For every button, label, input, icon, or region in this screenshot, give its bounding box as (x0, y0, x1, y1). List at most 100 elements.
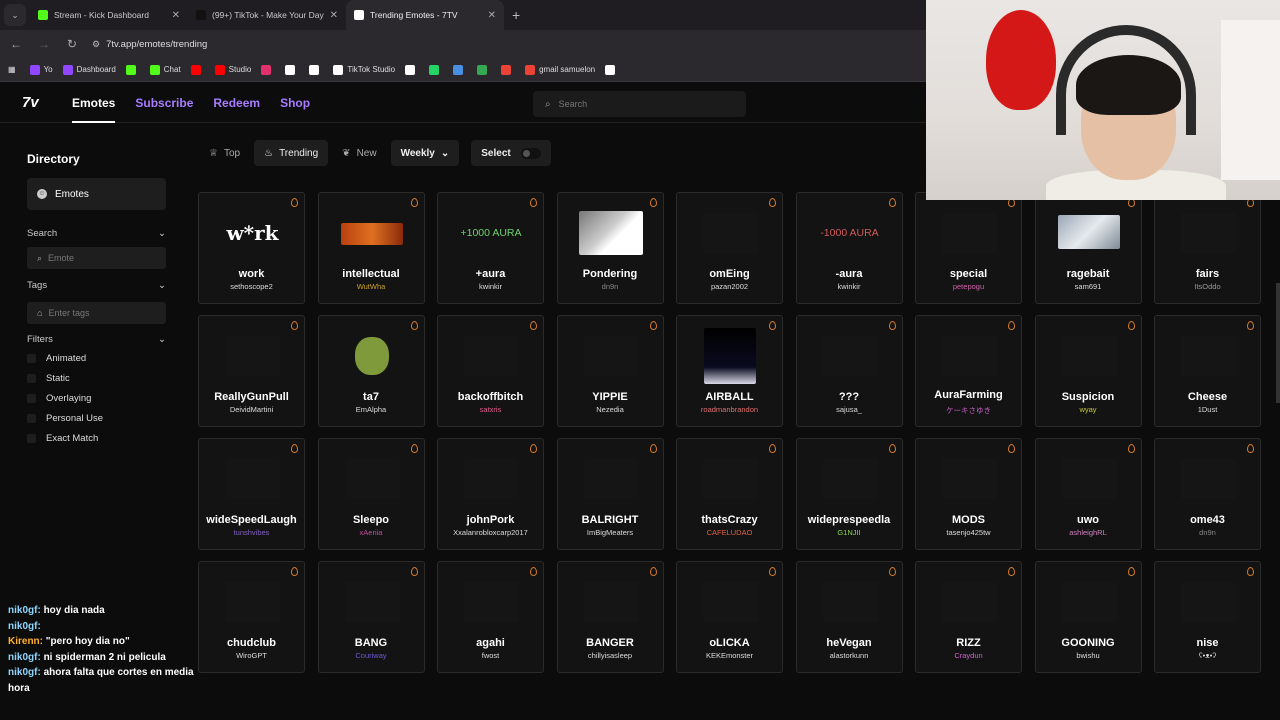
bookmark-item[interactable]: Chat (149, 64, 181, 75)
emote-card[interactable]: Cheese 1Dust (1154, 315, 1261, 427)
emote-card[interactable]: agahi fwost (437, 561, 544, 673)
checkbox[interactable] (27, 414, 36, 423)
search-section-header[interactable]: Search ⌄ (27, 228, 166, 239)
checkbox[interactable] (27, 354, 36, 363)
emote-author[interactable]: sajusa_ (800, 405, 899, 414)
filter-personal-use[interactable]: Personal Use (27, 413, 103, 424)
emote-card[interactable]: w*rk work sethoscope2 (198, 192, 305, 304)
emote-card[interactable]: uwo ashleighRL (1034, 438, 1142, 550)
site-search-input[interactable]: ⌕ Search (533, 91, 746, 117)
nav-redeem[interactable]: Redeem (213, 83, 260, 123)
sort-top-button[interactable]: ♕ Top (199, 140, 250, 166)
bookmark-item[interactable] (261, 64, 275, 75)
emote-author[interactable]: kwinkir (800, 282, 899, 291)
filter-animated[interactable]: Animated (27, 353, 86, 364)
emote-author[interactable]: 1Dust (1158, 405, 1257, 414)
emote-card[interactable]: fairs ItsOddo (1154, 192, 1261, 304)
emote-card[interactable]: Suspicion wyay (1034, 315, 1142, 427)
emote-author[interactable]: tunshvibes (202, 528, 301, 537)
new-tab-button[interactable]: + (512, 7, 520, 23)
filter-exact-match[interactable]: Exact Match (27, 433, 98, 444)
emote-author[interactable]: WutWha (322, 282, 421, 291)
emote-card[interactable]: special petepogu (915, 192, 1022, 304)
emote-card[interactable]: -1000 AURA -aura kwinkir (795, 192, 903, 304)
emote-card[interactable]: ragebait sam691 (1034, 192, 1142, 304)
browser-tab[interactable]: Stream - Kick Dashboard ✕ (30, 0, 188, 30)
emote-card[interactable]: ta7 EmAlpha (317, 315, 425, 427)
emote-author[interactable]: fwost (441, 651, 540, 660)
tags-input[interactable]: ⌂ Enter tags (27, 302, 166, 324)
emote-card[interactable]: Pondering dn9n (556, 192, 664, 304)
emote-author[interactable]: CAFELUDAO (680, 528, 779, 537)
bookmark-item[interactable] (125, 64, 140, 75)
bookmark-item[interactable] (429, 64, 443, 75)
period-dropdown[interactable]: Weekly ⌄ (390, 140, 460, 166)
emote-card[interactable]: AIRBALL roadmanbrandon (676, 315, 783, 427)
emote-card[interactable]: YIPPIE Nezedia (556, 315, 664, 427)
bookmark-item[interactable]: Dashboard (62, 64, 116, 75)
emote-author[interactable]: alastorkunn (800, 651, 899, 660)
emote-author[interactable]: Couriway (322, 651, 421, 660)
emote-author[interactable]: sam691 (1039, 282, 1138, 291)
emote-author[interactable]: pazan2002 (680, 282, 779, 291)
emote-card[interactable]: intellectual WutWha (317, 192, 425, 304)
close-icon[interactable]: ✕ (488, 10, 496, 21)
emote-author[interactable]: Craydun (919, 651, 1018, 660)
emote-card[interactable]: MODS tasenjo425tw (915, 438, 1022, 550)
forward-icon[interactable]: → (32, 37, 56, 51)
emote-card[interactable]: wideprespeedla G1NJII (795, 438, 903, 550)
tab-search-icon[interactable]: ⌄ (4, 4, 26, 26)
emote-card[interactable]: wideSpeedLaugh tunshvibes (198, 438, 305, 550)
emote-author[interactable]: KEKEmonster (680, 651, 779, 660)
emote-search-input[interactable]: ⌕ Emote (27, 247, 166, 269)
emote-author[interactable]: ʕ•ᴥ•ʔ (1158, 651, 1257, 660)
emote-author[interactable]: roadmanbrandon (680, 405, 779, 414)
emote-author[interactable]: ケーキさゆき (919, 405, 1018, 416)
emote-card[interactable]: omEing pazan2002 (676, 192, 783, 304)
bookmark-item[interactable] (501, 64, 515, 75)
emote-author[interactable]: Nezedia (561, 405, 660, 414)
close-icon[interactable]: ✕ (330, 10, 338, 21)
browser-tab[interactable]: Trending Emotes - 7TV ✕ (346, 0, 504, 30)
sort-new-button[interactable]: ❦ New (332, 140, 386, 166)
emote-card[interactable]: oLICKA KEKEmonster (676, 561, 783, 673)
emote-author[interactable]: petepogu (919, 282, 1018, 291)
filter-static[interactable]: Static (27, 373, 70, 384)
back-icon[interactable]: ← (4, 37, 28, 51)
nav-subscribe[interactable]: Subscribe (135, 83, 193, 123)
nav-emotes[interactable]: Emotes (72, 83, 116, 123)
sort-trending-button[interactable]: ♨ Trending (254, 140, 329, 166)
emote-author[interactable]: DeividMartini (202, 405, 301, 414)
emote-author[interactable]: ashleighRL (1039, 528, 1138, 537)
emote-author[interactable]: ImBigMeaters (561, 528, 660, 537)
emote-author[interactable]: ItsOddo (1158, 282, 1257, 291)
emote-author[interactable]: dn9n (1158, 528, 1257, 537)
bookmark-item[interactable] (190, 64, 205, 75)
emote-author[interactable]: EmAlpha (322, 405, 421, 414)
filters-section-header[interactable]: Filters ⌄ (27, 334, 166, 345)
reload-icon[interactable]: ↻ (60, 37, 84, 51)
emote-card[interactable]: Sleepo xAeriia (317, 438, 425, 550)
nav-shop[interactable]: Shop (280, 83, 310, 123)
emote-author[interactable]: Xxalanrobloxcarp2017 (441, 528, 540, 537)
emote-card[interactable]: heVegan alastorkunn (795, 561, 903, 673)
emote-author[interactable]: bwishu (1039, 651, 1138, 660)
bookmark-item[interactable]: gmail samuelon (525, 64, 595, 75)
url-field[interactable]: ⚙ 7tv.app/emotes/trending (92, 39, 207, 50)
directory-emotes-button[interactable]: ☺ Emotes (27, 178, 166, 210)
bookmark-item[interactable] (477, 64, 491, 75)
bookmark-item[interactable] (285, 64, 299, 75)
emote-card[interactable]: chudclub WiroGPT (198, 561, 305, 673)
emote-card[interactable]: ??? sajusa_ (795, 315, 903, 427)
emote-author[interactable]: chillyisasleep (561, 651, 660, 660)
emote-card[interactable]: RIZZ Craydun (915, 561, 1022, 673)
emote-author[interactable]: kwinkir (441, 282, 540, 291)
emote-card[interactable]: johnPork Xxalanrobloxcarp2017 (437, 438, 544, 550)
emote-card[interactable]: BANGER chillyisasleep (556, 561, 664, 673)
bookmark-item[interactable] (309, 64, 323, 75)
emote-card[interactable]: ome43 dn9n (1154, 438, 1261, 550)
emote-author[interactable]: G1NJII (800, 528, 899, 537)
close-icon[interactable]: ✕ (172, 10, 180, 21)
bookmark-item[interactable]: TikTok Studio (333, 64, 395, 75)
emote-author[interactable]: WiroGPT (202, 651, 301, 660)
